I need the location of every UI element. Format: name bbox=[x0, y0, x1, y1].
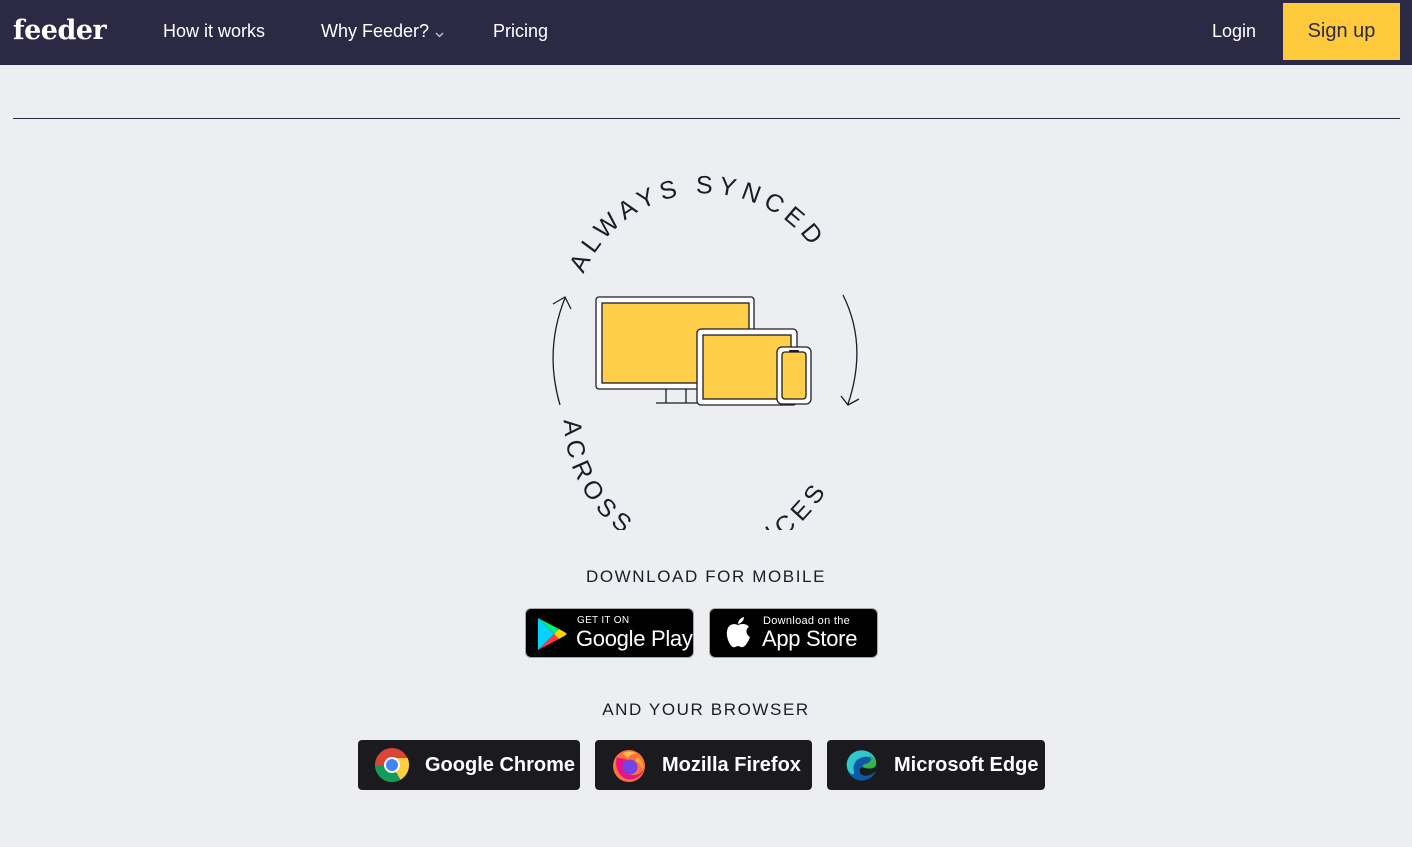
firefox-icon bbox=[611, 747, 647, 783]
arc-bottom-label: ACROSS ALL DEVICES bbox=[558, 418, 834, 530]
sync-arrow-left-icon bbox=[552, 296, 572, 406]
chevron-down-icon bbox=[435, 20, 444, 44]
section-divider bbox=[13, 118, 1400, 119]
nav-why-feeder-label: Why Feeder? bbox=[321, 21, 430, 41]
always-synced-text: ALWAYS SYNCED bbox=[564, 171, 832, 277]
mozilla-firefox-label: Mozilla Firefox bbox=[662, 754, 801, 776]
sign-up-button[interactable]: Sign up bbox=[1283, 3, 1400, 60]
chrome-icon bbox=[374, 747, 410, 783]
edge-icon bbox=[843, 747, 879, 783]
download-for-mobile-heading: DOWNLOAD FOR MOBILE bbox=[585, 567, 827, 586]
and-your-browser-heading: AND YOUR BROWSER bbox=[602, 700, 810, 719]
google-chrome-label: Google Chrome bbox=[425, 754, 576, 776]
app-store-badge[interactable]: Download on the App Store bbox=[709, 608, 878, 658]
sync-arrow-right-icon bbox=[840, 294, 860, 406]
always-synced-illustration: ALWAYS SYNCED ACROSS ALL DEVICES bbox=[552, 171, 860, 530]
google-chrome-button[interactable]: Google Chrome bbox=[358, 740, 580, 790]
mozilla-firefox-button[interactable]: Mozilla Firefox bbox=[595, 740, 812, 790]
apple-icon bbox=[724, 616, 752, 655]
across-all-devices-text: ACROSS ALL DEVICES bbox=[558, 418, 834, 530]
top-navbar: feeder How it works Why Feeder? Pricing … bbox=[0, 0, 1412, 65]
nav-pricing[interactable]: Pricing bbox=[493, 19, 548, 43]
google-play-badge[interactable]: GET IT ON Google Play bbox=[525, 608, 694, 658]
login-link[interactable]: Login bbox=[1212, 19, 1256, 43]
nav-why-feeder[interactable]: Why Feeder? bbox=[321, 19, 444, 44]
arc-top-label: ALWAYS SYNCED bbox=[564, 171, 832, 277]
google-play-icon bbox=[536, 617, 568, 656]
google-play-big-text: Google Play bbox=[576, 626, 693, 651]
phone-icon bbox=[776, 346, 812, 405]
microsoft-edge-label: Microsoft Edge bbox=[894, 754, 1039, 776]
google-play-small-text: GET IT ON bbox=[577, 615, 630, 626]
app-store-big-text: App Store bbox=[762, 626, 858, 651]
feeder-logo[interactable]: feeder bbox=[13, 14, 107, 48]
nav-how-it-works[interactable]: How it works bbox=[163, 19, 265, 43]
microsoft-edge-button[interactable]: Microsoft Edge bbox=[827, 740, 1045, 790]
